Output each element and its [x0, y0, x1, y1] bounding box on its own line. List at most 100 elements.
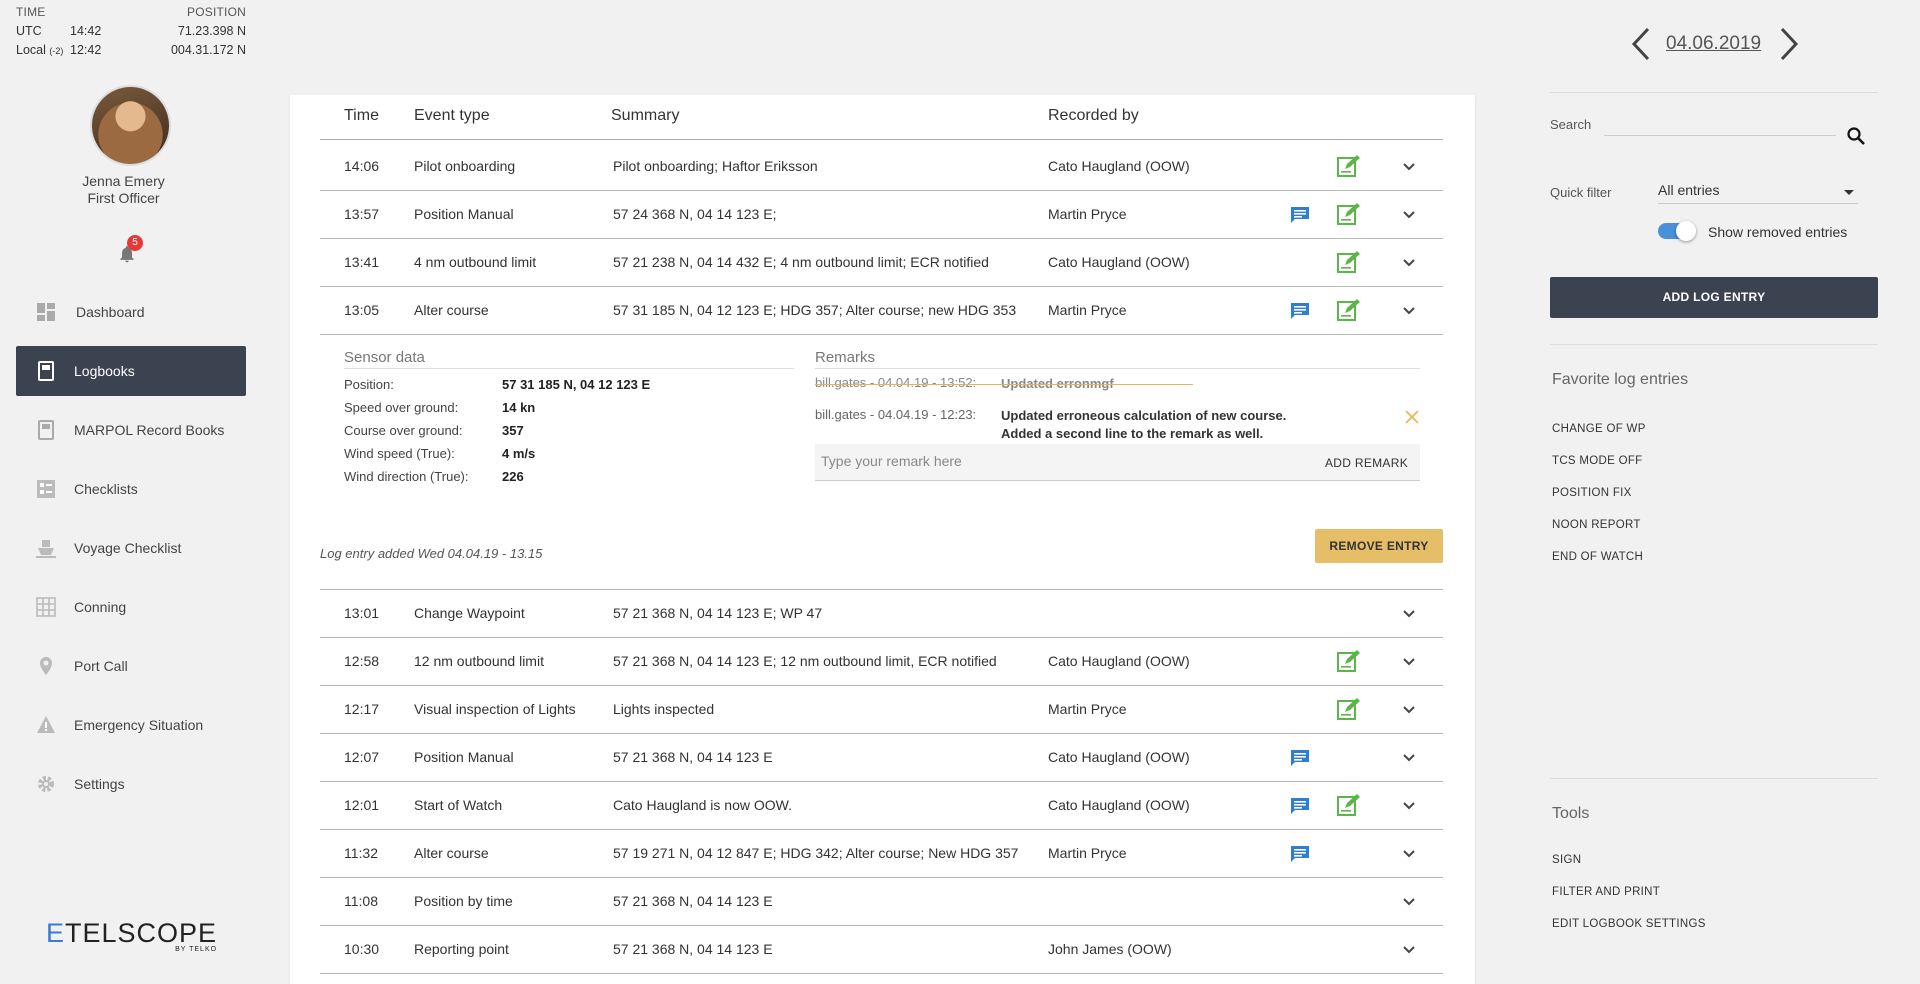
sensor-key: Course over ground:: [344, 423, 463, 438]
chevron-down-icon[interactable]: [1402, 160, 1416, 174]
nav-checklists[interactable]: Checklists: [16, 464, 246, 514]
col-summary[interactable]: Summary: [611, 107, 679, 125]
signed-edit-icon[interactable]: [1336, 250, 1360, 274]
favorite-item[interactable]: NOON REPORT: [1552, 519, 1641, 531]
chevron-down-icon[interactable]: [1402, 703, 1416, 717]
col-time[interactable]: Time: [344, 107, 379, 125]
table-row[interactable]: 14:06 Pilot onboarding Pilot onboarding; H…: [320, 143, 1443, 191]
table-row[interactable]: 12:01 Start of Watch Cato Haugland is now …: [320, 782, 1443, 830]
col-recorded-by[interactable]: Recorded by: [1048, 107, 1139, 125]
entry-summary: 57 21 368 N, 04 14 123 E: [613, 749, 773, 765]
tool-filter-print[interactable]: FILTER AND PRINT: [1552, 886, 1660, 898]
chevron-down-icon[interactable]: [1402, 943, 1416, 957]
search-icon[interactable]: [1846, 126, 1866, 146]
table-row[interactable]: 11:08 Position by time 57 21 368 N, 04 14 …: [320, 878, 1443, 926]
local-label: Local: [16, 43, 46, 57]
nav-conning[interactable]: Conning: [16, 582, 246, 632]
gear-icon: [38, 776, 54, 792]
divider: [1550, 344, 1878, 345]
quick-filter-select[interactable]: All entries: [1658, 182, 1858, 204]
nav-settings[interactable]: Settings: [16, 759, 246, 809]
chevron-down-icon[interactable]: [1402, 655, 1416, 669]
add-log-entry-button[interactable]: ADD LOG ENTRY: [1550, 277, 1878, 318]
table-row[interactable]: 12:17 Visual inspection of Lights Lights i…: [320, 686, 1443, 734]
signed-edit-icon[interactable]: [1336, 793, 1360, 817]
entry-event-type: Position by time: [414, 893, 513, 909]
nav-marpol[interactable]: MARPOL Record Books: [16, 405, 246, 455]
remarks-title: Remarks: [815, 349, 1420, 369]
show-removed-toggle[interactable]: [1658, 221, 1696, 241]
chevron-down-icon[interactable]: [1402, 799, 1416, 813]
table-row[interactable]: 13:05 Alter course 57 31 185 N, 04 12 123 …: [320, 287, 1443, 335]
chevron-right-icon[interactable]: [1778, 26, 1800, 62]
signed-edit-icon[interactable]: [1336, 202, 1360, 226]
quick-filter-value: All entries: [1658, 182, 1720, 198]
nav-voyage-checklist[interactable]: Voyage Checklist: [16, 523, 246, 573]
close-icon[interactable]: [1404, 409, 1420, 425]
tool-edit-settings[interactable]: EDIT LOGBOOK SETTINGS: [1552, 918, 1706, 930]
avatar[interactable]: [90, 85, 171, 166]
entry-event-type: 12 nm outbound limit: [414, 653, 544, 669]
comment-icon[interactable]: [1290, 206, 1310, 224]
chevron-down-icon[interactable]: [1402, 208, 1416, 222]
nav-dashboard[interactable]: Dashboard: [16, 287, 246, 337]
signed-edit-icon[interactable]: [1336, 154, 1360, 178]
table-row[interactable]: 12:58 12 nm outbound limit 57 21 368 N, 04…: [320, 638, 1443, 686]
chevron-down-icon[interactable]: [1402, 304, 1416, 318]
comment-icon[interactable]: [1290, 749, 1310, 767]
table-row[interactable]: 13:57 Position Manual 57 24 368 N, 04 14 1…: [320, 191, 1443, 239]
sensor-key: Speed over ground:: [344, 400, 459, 415]
chevron-down-icon[interactable]: [1402, 256, 1416, 270]
table-row[interactable]: 11:32 Alter course 57 19 271 N, 04 12 847 …: [320, 830, 1443, 878]
remark-input[interactable]: [821, 453, 1281, 469]
favorite-item[interactable]: TCS MODE OFF: [1552, 455, 1642, 467]
chevron-down-icon[interactable]: [1402, 607, 1416, 621]
table-row[interactable]: 10:19Checklist completedNavigation in Co…: [320, 974, 1443, 984]
chevron-down-icon[interactable]: [1402, 847, 1416, 861]
current-date[interactable]: 04.06.2019: [1666, 33, 1761, 55]
entry-time: 13:57: [344, 206, 380, 222]
table-header: Time Event type Summary Recorded by: [320, 107, 1443, 140]
table-row[interactable]: 13:01 Change Waypoint 57 21 368 N, 04 14 1…: [320, 590, 1443, 638]
nav-port-call[interactable]: Port Call: [16, 641, 246, 691]
entry-time: 11:08: [344, 893, 378, 909]
divider: [1550, 92, 1878, 93]
ship-icon: [36, 540, 56, 558]
signed-edit-icon[interactable]: [1336, 649, 1360, 673]
table-row[interactable]: 10:30 Reporting point 57 21 368 N, 04 14 1…: [320, 926, 1443, 974]
nav-emergency[interactable]: Emergency Situation: [16, 700, 246, 750]
entry-time: 11:32: [344, 845, 378, 861]
remark-author: bill.gates - 04.04.19 - 13:52:: [815, 375, 977, 390]
tool-sign[interactable]: SIGN: [1552, 854, 1581, 866]
favorite-item[interactable]: CHANGE OF WP: [1552, 423, 1646, 435]
user-info: Jenna Emery First Officer: [16, 173, 231, 207]
location-pin-icon: [40, 657, 52, 675]
search-input[interactable]: [1604, 135, 1836, 136]
favorite-item[interactable]: POSITION FIX: [1552, 487, 1632, 499]
entry-summary: 57 21 238 N, 04 14 432 E; 4 nm outbound …: [613, 254, 989, 270]
chevron-left-icon[interactable]: [1630, 26, 1652, 62]
signed-edit-icon[interactable]: [1336, 298, 1360, 322]
date-navigator: 04.06.2019: [1630, 22, 1800, 66]
entry-event-type: Pilot onboarding: [414, 158, 516, 174]
signed-edit-icon[interactable]: [1336, 697, 1360, 721]
checklist-icon: [37, 480, 55, 498]
remarks-section: Remarks bill.gates - 04.04.19 - 13:52: U…: [815, 349, 1420, 481]
add-remark-button[interactable]: ADD REMARK: [1325, 456, 1408, 470]
nav-logbooks[interactable]: Logbooks: [16, 346, 246, 396]
chevron-down-icon[interactable]: [1402, 751, 1416, 765]
sensor-value: 4 m/s: [502, 446, 536, 461]
local-position: 004.31.172 N: [170, 43, 246, 57]
sensor-value: 226: [502, 469, 524, 484]
chevron-down-icon[interactable]: [1402, 895, 1416, 909]
table-row[interactable]: 12:07 Position Manual 57 21 368 N, 04 14 1…: [320, 734, 1443, 782]
logo-text: TELSCOPE: [65, 918, 218, 948]
remove-entry-button[interactable]: REMOVE ENTRY: [1315, 529, 1443, 563]
favorite-item[interactable]: END OF WATCH: [1552, 551, 1643, 563]
chevron-down-icon: [1844, 190, 1854, 195]
comment-icon[interactable]: [1290, 845, 1310, 863]
col-event-type[interactable]: Event type: [414, 107, 490, 125]
comment-icon[interactable]: [1290, 302, 1310, 320]
table-row[interactable]: 13:41 4 nm outbound limit 57 21 238 N, 04 …: [320, 239, 1443, 287]
comment-icon[interactable]: [1290, 797, 1310, 815]
